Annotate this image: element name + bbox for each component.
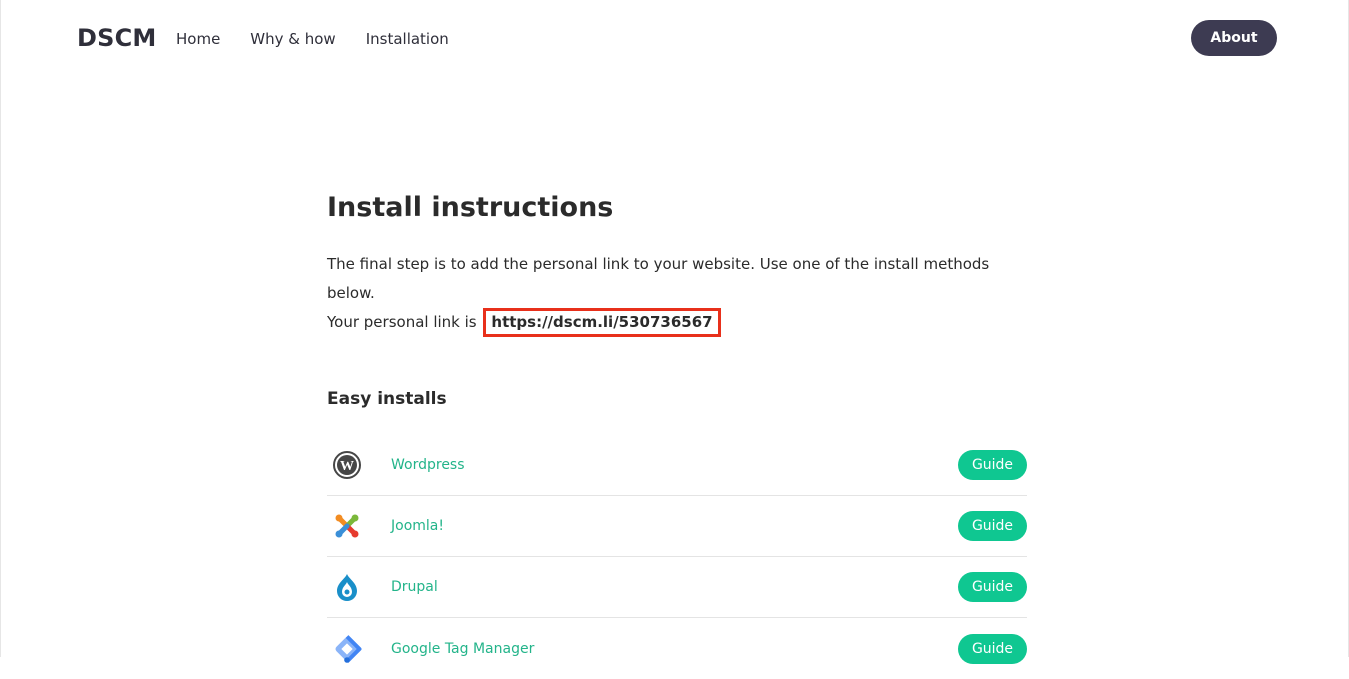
about-button[interactable]: About [1191,20,1277,56]
nav-installation[interactable]: Installation [366,30,449,48]
google-tag-manager-icon [327,629,367,669]
install-name-google-tag-manager[interactable]: Google Tag Manager [391,641,534,657]
install-row-wordpress: W Wordpress Guide [327,435,1027,496]
description-line: The final step is to add the personal li… [327,255,990,302]
guide-button-drupal[interactable]: Guide [958,572,1027,602]
personal-link[interactable]: https://dscm.li/530736567 [483,308,721,337]
install-row-google-tag-manager: Google Tag Manager Guide [327,618,1027,679]
personal-link-line: Your personal link is https://dscm.li/53… [327,308,1027,337]
page: DSCM Home Why & how Installation About I… [0,0,1349,664]
page-title: Install instructions [327,192,614,223]
install-row-joomla: Joomla! Guide [327,496,1027,557]
install-name-wordpress[interactable]: Wordpress [391,457,465,473]
install-description: The final step is to add the personal li… [327,250,1027,337]
guide-button-joomla[interactable]: Guide [958,511,1027,541]
svg-text:W: W [340,459,354,474]
joomla-icon [327,506,367,546]
install-name-drupal[interactable]: Drupal [391,579,438,595]
guide-button-google-tag-manager[interactable]: Guide [958,633,1027,664]
drupal-icon [327,567,367,607]
install-name-joomla[interactable]: Joomla! [391,518,444,534]
main-content: Install instructions The final step is t… [327,190,1027,679]
main-nav: Home Why & how Installation [176,30,449,48]
nav-home[interactable]: Home [176,30,220,48]
personal-link-label: Your personal link is [327,313,482,331]
wordpress-icon: W [327,445,367,485]
guide-button-wordpress[interactable]: Guide [958,450,1027,480]
nav-why-how[interactable]: Why & how [250,30,335,48]
brand-logo[interactable]: DSCM [77,24,157,52]
easy-installs-heading: Easy installs [327,389,447,409]
install-row-drupal: Drupal Guide [327,557,1027,618]
install-list: W Wordpress Guide Joomla! Guide Drupal G… [327,435,1027,679]
